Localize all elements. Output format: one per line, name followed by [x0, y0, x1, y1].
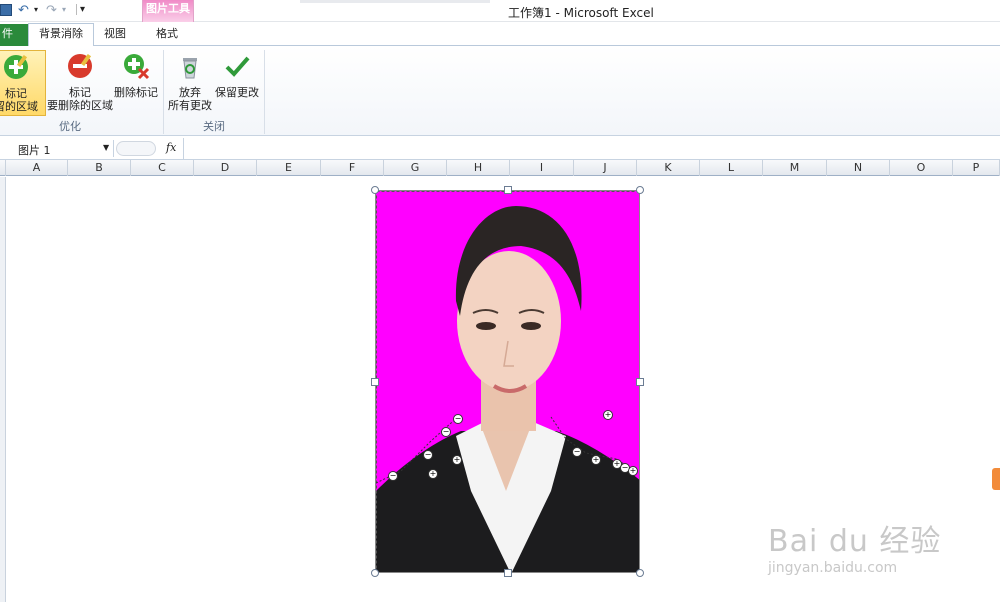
discard-line1: 放弃 — [179, 86, 201, 99]
keep-mark-icon[interactable]: + — [628, 466, 638, 476]
mark-remove-line2: 要删除的区域 — [47, 99, 113, 112]
formula-bar: 图片 1 ▼ fx — [0, 138, 1000, 160]
mark-keep-line2: 留的区域 — [0, 100, 38, 113]
column-headers: A B C D E F G H I J K L M N O P — [0, 160, 1000, 176]
offscreen-shape — [992, 468, 1000, 490]
column-header[interactable]: H — [447, 160, 510, 176]
column-header[interactable]: L — [700, 160, 763, 176]
column-header[interactable]: K — [637, 160, 700, 176]
window-title: 工作簿1 - Microsoft Excel — [508, 6, 654, 20]
mark-keep-line1: 标记 — [5, 87, 27, 100]
keep-mark-icon[interactable]: + — [452, 455, 462, 465]
undo-icon[interactable]: ↶ — [18, 3, 29, 18]
save-icon[interactable] — [0, 4, 12, 16]
context-group-label: 图片工具 — [146, 2, 190, 15]
portrait-photo — [376, 191, 639, 572]
name-box-dropdown-icon[interactable]: ▼ — [103, 143, 109, 152]
column-header[interactable]: G — [384, 160, 447, 176]
column-header[interactable]: N — [827, 160, 890, 176]
mark-areas-to-keep-button[interactable]: 标记 留的区域 — [0, 50, 46, 116]
mark-remove-line1: 标记 — [69, 86, 91, 99]
ribbon-tabs: 件 背景消除 视图 格式 — [0, 22, 1000, 47]
tab-view[interactable]: 视图 — [94, 24, 136, 46]
remove-mark-icon[interactable]: − — [423, 450, 433, 460]
column-header[interactable]: I — [510, 160, 574, 176]
title-search-shadow — [300, 0, 490, 3]
column-header[interactable]: F — [321, 160, 384, 176]
remove-mark-icon[interactable]: − — [441, 427, 451, 437]
group-label-close: 关闭 — [203, 120, 225, 133]
undo-dropdown-icon[interactable]: ▾ — [34, 5, 38, 14]
formula-bar-splitter[interactable] — [116, 141, 156, 156]
column-header[interactable]: A — [6, 160, 68, 176]
resize-handle-left[interactable] — [371, 378, 379, 386]
watermark-brand: Bai du 经验 — [768, 524, 942, 559]
group-separator — [163, 50, 164, 134]
watermark-url: jingyan.baidu.com — [768, 560, 898, 576]
row-header-strip — [0, 177, 6, 602]
keep-changes-button[interactable]: 保留更改 — [214, 50, 260, 116]
plus-pencil-icon — [4, 54, 28, 79]
mark-areas-to-remove-button[interactable]: 标记 要删除的区域 — [46, 50, 114, 116]
keep-mark-icon[interactable]: + — [591, 455, 601, 465]
discard-line2: 所有更改 — [168, 99, 212, 112]
resize-handle-bottom[interactable] — [504, 569, 512, 577]
column-header[interactable]: J — [574, 160, 637, 176]
delete-mark-icon — [124, 54, 150, 80]
selected-picture[interactable] — [375, 190, 640, 573]
recycle-bin-icon — [183, 58, 197, 79]
group-separator — [264, 50, 265, 134]
insert-function-icon[interactable]: fx — [166, 141, 176, 154]
column-header[interactable]: O — [890, 160, 953, 176]
column-header[interactable]: M — [763, 160, 827, 176]
resize-handle-right[interactable] — [636, 378, 644, 386]
column-header[interactable]: B — [68, 160, 131, 176]
column-header[interactable]: C — [131, 160, 194, 176]
tab-background-removal[interactable]: 背景消除 — [28, 23, 94, 47]
resize-handle-bottom-right[interactable] — [636, 569, 644, 577]
keep-mark-icon[interactable]: + — [603, 410, 613, 420]
redo-icon[interactable]: ↷ — [46, 3, 57, 18]
column-header[interactable]: D — [194, 160, 257, 176]
resize-handle-top-right[interactable] — [636, 186, 644, 194]
remove-mark-icon[interactable]: − — [453, 414, 463, 424]
column-header[interactable]: P — [953, 160, 1000, 176]
formula-input[interactable] — [183, 138, 1000, 159]
checkmark-icon — [225, 56, 250, 77]
minus-pencil-icon — [68, 53, 92, 78]
tab-format[interactable]: 格式 — [146, 24, 188, 46]
group-label-refine: 优化 — [59, 120, 81, 133]
resize-handle-bottom-left[interactable] — [371, 569, 379, 577]
tab-file[interactable]: 件 — [0, 24, 28, 46]
name-box-value: 图片 1 — [18, 144, 51, 157]
resize-handle-top[interactable] — [504, 186, 512, 194]
keep-changes-label: 保留更改 — [215, 86, 259, 99]
remove-mark-icon[interactable]: − — [388, 471, 398, 481]
qat-customize-icon[interactable]: ▾ — [76, 4, 85, 15]
column-header[interactable]: E — [257, 160, 321, 176]
resize-handle-top-left[interactable] — [371, 186, 379, 194]
discard-all-changes-button[interactable]: 放弃 所有更改 — [167, 50, 213, 116]
name-box[interactable]: 图片 1 ▼ — [0, 140, 114, 157]
delete-mark-label: 删除标记 — [114, 86, 158, 99]
remove-mark-icon[interactable]: − — [572, 447, 582, 457]
redo-dropdown-icon[interactable]: ▾ — [62, 5, 66, 14]
delete-mark-button[interactable]: 删除标记 — [113, 50, 159, 116]
keep-mark-icon[interactable]: + — [428, 469, 438, 479]
